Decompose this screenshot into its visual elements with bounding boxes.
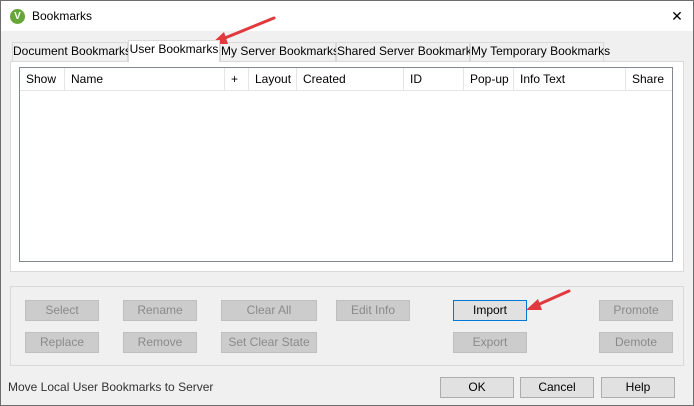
column-header-layout[interactable]: Layout bbox=[249, 68, 297, 91]
help-button[interactable]: Help bbox=[601, 377, 675, 398]
status-text: Move Local User Bookmarks to Server bbox=[8, 380, 214, 394]
list-header: Show Name + Layout Created ID Pop-up Inf… bbox=[20, 68, 672, 91]
bookmark-list[interactable]: Show Name + Layout Created ID Pop-up Inf… bbox=[19, 67, 673, 262]
tab-my-temporary-bookmarks[interactable]: My Temporary Bookmarks bbox=[470, 42, 610, 61]
column-header-info-text[interactable]: Info Text bbox=[514, 68, 626, 91]
remove-button[interactable]: Remove bbox=[123, 332, 197, 353]
action-buttons-group bbox=[10, 286, 684, 366]
demote-button[interactable]: Demote bbox=[599, 332, 673, 353]
cancel-button[interactable]: Cancel bbox=[520, 377, 594, 398]
window-title: Bookmarks bbox=[32, 9, 93, 23]
column-header-share[interactable]: Share bbox=[626, 68, 672, 91]
tab-shared-server-bookmarks[interactable]: Shared Server Bookmarks bbox=[336, 42, 478, 61]
tab-document-bookmarks[interactable]: Document Bookmarks bbox=[12, 42, 131, 61]
rename-button[interactable]: Rename bbox=[123, 300, 197, 321]
replace-button[interactable]: Replace bbox=[25, 332, 99, 353]
column-header-id[interactable]: ID bbox=[404, 68, 464, 91]
set-clear-state-button[interactable]: Set Clear State bbox=[221, 332, 317, 353]
import-button[interactable]: Import bbox=[453, 300, 527, 321]
column-header-show[interactable]: Show bbox=[20, 68, 65, 91]
bookmarks-dialog: V Bookmarks ✕ Document Bookmarks User Bo… bbox=[0, 0, 694, 406]
clear-all-button[interactable]: Clear All bbox=[221, 300, 317, 321]
column-header-popup[interactable]: Pop-up bbox=[464, 68, 514, 91]
edit-info-button[interactable]: Edit Info bbox=[336, 300, 410, 321]
ok-button[interactable]: OK bbox=[440, 377, 514, 398]
column-header-created[interactable]: Created bbox=[297, 68, 404, 91]
qlik-app-icon: V bbox=[10, 9, 25, 24]
title-bar: V Bookmarks ✕ bbox=[1, 1, 693, 31]
column-header-plus[interactable]: + bbox=[225, 68, 249, 91]
column-header-name[interactable]: Name bbox=[65, 68, 225, 91]
select-button[interactable]: Select bbox=[25, 300, 99, 321]
tab-my-server-bookmarks[interactable]: My Server Bookmarks bbox=[220, 42, 339, 61]
close-icon[interactable]: ✕ bbox=[667, 6, 687, 26]
tab-user-bookmarks[interactable]: User Bookmarks bbox=[128, 40, 220, 62]
promote-button[interactable]: Promote bbox=[599, 300, 673, 321]
export-button[interactable]: Export bbox=[453, 332, 527, 353]
